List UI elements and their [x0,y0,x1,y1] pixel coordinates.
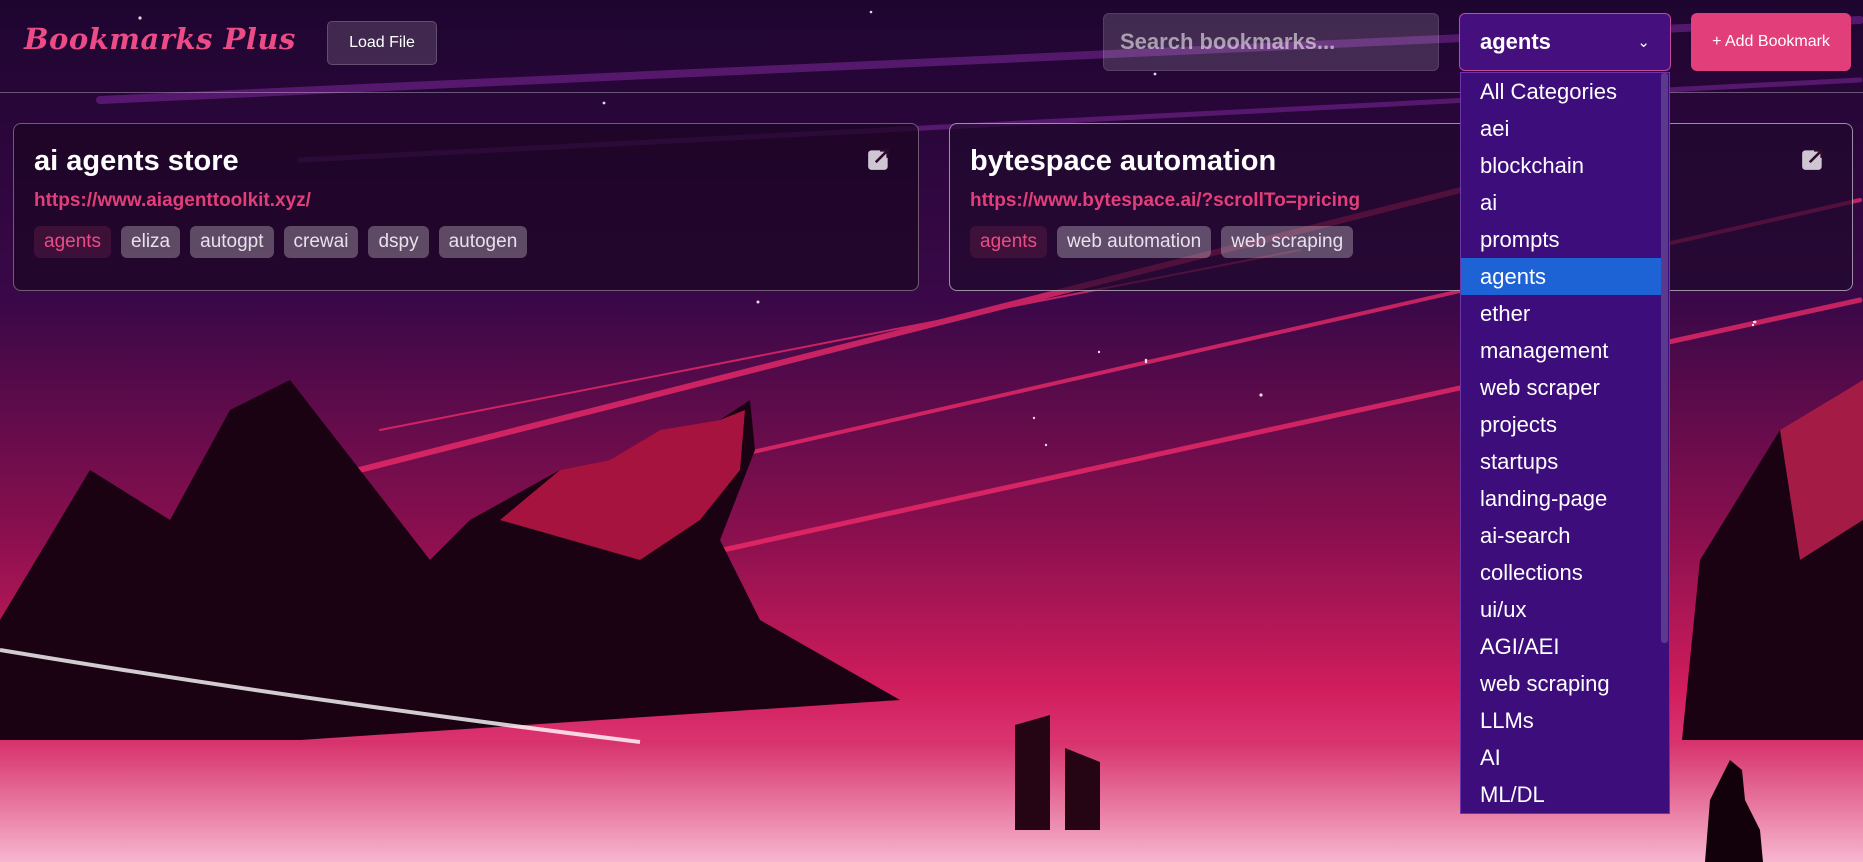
tag-chip[interactable]: agents [34,226,112,258]
external-link-icon[interactable] [866,146,892,172]
category-option[interactable]: web scraper [1461,369,1661,406]
external-link-icon[interactable] [1800,146,1826,172]
category-option[interactable]: AI [1461,739,1661,776]
category-option[interactable]: ML/DL [1461,776,1661,813]
tag-chip[interactable]: agents [970,226,1048,258]
category-option[interactable]: landing-page [1461,480,1661,517]
tag-chip[interactable]: web automation [1057,226,1212,258]
tag-chip[interactable]: dspy [368,226,429,258]
category-option[interactable]: ui/ux [1461,591,1661,628]
category-option[interactable]: projects [1461,406,1661,443]
bookmark-title: bytespace automation [970,145,1277,177]
category-option[interactable]: ai-search [1461,517,1661,554]
tag-chip[interactable]: web scraping [1221,226,1354,258]
load-file-button[interactable]: Load File [327,21,437,65]
tag-chip[interactable]: crewai [283,226,359,258]
bookmark-url[interactable]: https://www.aiagenttoolkit.xyz/ [34,190,898,212]
search-input[interactable] [1103,13,1439,71]
category-option[interactable]: aei [1461,110,1661,147]
bookmark-card: ai agents store https://www.aiagenttoolk… [13,123,919,291]
category-dropdown-list[interactable]: All Categories aei blockchain ai prompts… [1460,72,1670,814]
category-option[interactable]: management [1461,332,1661,369]
category-option[interactable]: AGI/AEI [1461,628,1661,665]
dropdown-scrollbar[interactable] [1661,73,1668,643]
category-select[interactable]: agents ⌄ [1459,13,1671,71]
category-option[interactable]: prompts [1461,221,1661,258]
tag-chip[interactable]: eliza [121,226,181,258]
category-option[interactable]: LLMs [1461,702,1661,739]
category-select-value: agents [1480,29,1551,54]
category-option[interactable]: ai [1461,184,1661,221]
chevron-down-icon: ⌄ [1637,34,1650,51]
tag-chip[interactable]: autogen [438,226,528,258]
tag-list: agents web automation web scraping [970,226,1832,258]
bookmark-url[interactable]: https://www.bytespace.ai/?scrollTo=prici… [970,190,1832,212]
tag-list: agents eliza autogpt crewai dspy autogen [34,226,898,258]
category-option[interactable]: startups [1461,443,1661,480]
tag-chip[interactable]: autogpt [190,226,274,258]
category-option-selected[interactable]: agents [1461,258,1661,295]
category-option[interactable]: All Categories [1461,73,1661,110]
bookmark-card: bytespace automation https://www.bytespa… [949,123,1853,291]
bookmark-title: ai agents store [34,145,239,177]
category-option[interactable]: blockchain [1461,147,1661,184]
category-option[interactable]: ether [1461,295,1661,332]
app-title: Bookmarks Plus [24,22,296,56]
category-option[interactable]: web scraping [1461,665,1661,702]
category-option[interactable]: collections [1461,554,1661,591]
add-bookmark-button[interactable]: + Add Bookmark [1691,13,1851,71]
